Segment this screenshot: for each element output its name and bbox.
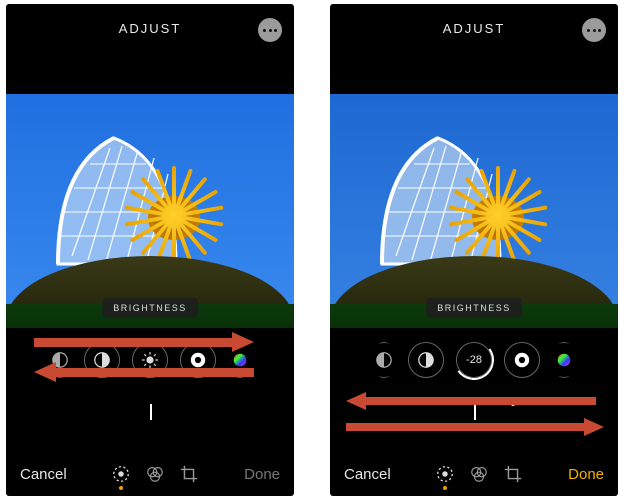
adjustment-tools-row[interactable] (6, 328, 294, 392)
saturation-tool[interactable] (552, 342, 576, 378)
brightness-tool-active[interactable]: -28 (456, 342, 492, 378)
brightness-value: -28 (466, 354, 482, 366)
editor-bottom-bar: Cancel Done (6, 452, 294, 496)
shadows-tool[interactable] (372, 342, 396, 378)
cancel-button[interactable]: Cancel (344, 466, 391, 483)
adjustment-name-label: BRIGHTNESS (102, 298, 198, 318)
adjustment-name-label: BRIGHTNESS (426, 298, 522, 318)
slider-ticks (6, 412, 294, 434)
adjustment-tools-row[interactable]: -28 (330, 328, 618, 392)
adjustment-slider[interactable] (330, 392, 618, 444)
photo-editor-screen-before: ADJUST BRIGHTNESS Cancel (6, 4, 294, 496)
header-title: ADJUST (119, 21, 182, 36)
edit-mode-tabs (111, 464, 199, 484)
filters-mode-tab[interactable] (145, 464, 165, 484)
more-options-button[interactable] (258, 18, 282, 42)
adjust-mode-tab[interactable] (111, 464, 131, 484)
annotation-arrow-right (346, 418, 604, 436)
annotation-arrow-left (34, 362, 254, 382)
annotation-arrow-left (346, 392, 596, 410)
active-mode-indicator (119, 486, 123, 490)
done-button[interactable]: Done (244, 466, 280, 483)
photo-editor-screen-after: ADJUST BRIGHTNESS -28 Cancel (330, 4, 618, 496)
active-mode-indicator (443, 486, 447, 490)
editor-header: ADJUST (330, 4, 618, 52)
done-button[interactable]: Done (568, 466, 604, 483)
photo-preview: BRIGHTNESS (330, 94, 618, 328)
edit-mode-tabs (435, 464, 523, 484)
editor-header: ADJUST (6, 4, 294, 52)
cancel-button[interactable]: Cancel (20, 466, 67, 483)
adjust-mode-tab[interactable] (435, 464, 455, 484)
filters-mode-tab[interactable] (469, 464, 489, 484)
header-title: ADJUST (443, 21, 506, 36)
crop-mode-tab[interactable] (503, 464, 523, 484)
photo-preview: BRIGHTNESS (6, 94, 294, 328)
black-point-tool[interactable] (504, 342, 540, 378)
crop-mode-tab[interactable] (179, 464, 199, 484)
annotation-arrow-right (34, 332, 254, 352)
contrast-tool[interactable] (408, 342, 444, 378)
editor-bottom-bar: Cancel Done (330, 452, 618, 496)
more-options-button[interactable] (582, 18, 606, 42)
adjustment-slider[interactable] (6, 392, 294, 444)
